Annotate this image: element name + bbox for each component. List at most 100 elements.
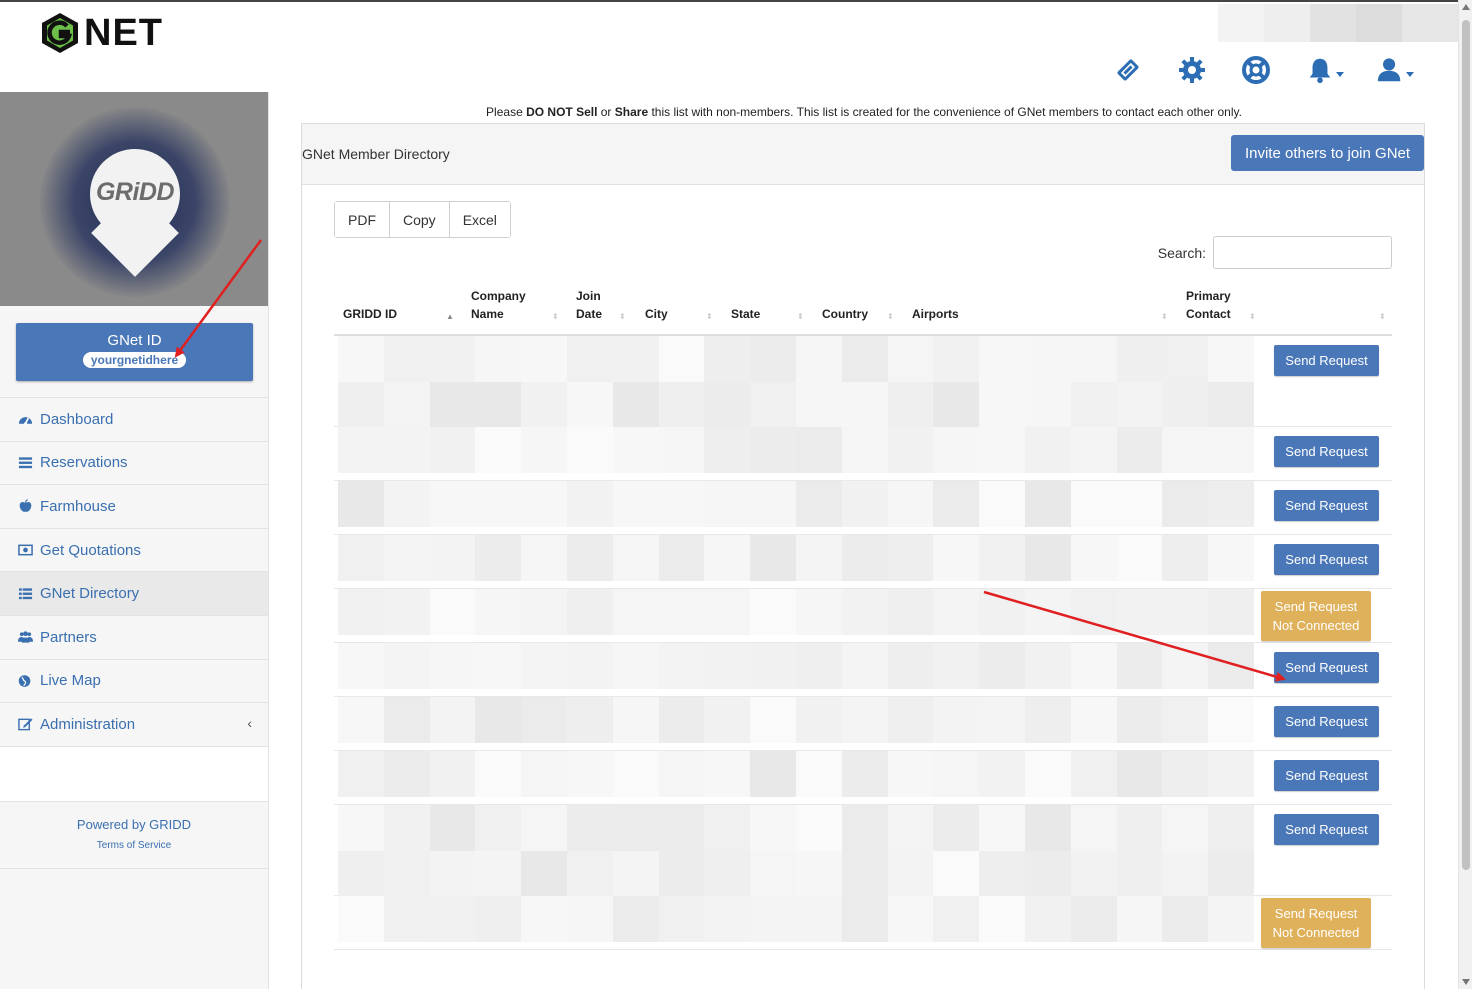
redacted-row-content — [338, 481, 1254, 534]
send-request-button[interactable]: Send Request — [1274, 814, 1379, 845]
scrollbar-thumb[interactable] — [1462, 20, 1470, 870]
column-header-gridd-id[interactable]: GRIDD ID — [343, 305, 397, 323]
directory-panel: GNet Member Directory Invite others to j… — [301, 123, 1425, 989]
sort-icon: ⬍ — [1379, 312, 1386, 321]
redacted-row-content — [338, 805, 1254, 896]
send-request-not-connected-button[interactable]: Send Request Not Connected — [1261, 898, 1371, 948]
row-action: Send Request — [1274, 490, 1379, 521]
dashboard-icon — [17, 412, 34, 426]
sidebar-item-label: Reservations — [40, 454, 128, 472]
profile-banner: GRiDD — [0, 92, 268, 306]
directory-notice: Please DO NOT Sell or Share this list wi… — [270, 105, 1458, 119]
sidebar-item-label: Partners — [40, 628, 97, 646]
row-action: Send Request — [1274, 345, 1379, 376]
list-icon — [17, 587, 34, 601]
search-box: Search: — [1158, 236, 1392, 269]
row-action: Send Request — [1274, 544, 1379, 575]
gnet-logo[interactable]: NET — [40, 12, 163, 54]
sort-icon: ⬍ — [887, 312, 894, 321]
sidebar-item-farmhouse[interactable]: Farmhouse — [0, 484, 268, 528]
redacted-row-content — [338, 697, 1254, 750]
apple-icon — [17, 499, 34, 513]
row-action: Send Request — [1274, 760, 1379, 791]
chevron-left-icon: ‹ — [247, 715, 252, 732]
terms-of-service-link[interactable]: Terms of Service — [0, 840, 268, 851]
table-header: GRIDD ID ▲ Company Name ⬍ Join Date ⬍ City… — [334, 288, 1392, 336]
scroll-up-icon[interactable] — [1462, 4, 1470, 10]
export-button-group: PDF Copy Excel — [334, 201, 511, 238]
redacted-header-area — [1218, 4, 1458, 42]
row-action: Send Request — [1274, 652, 1379, 683]
notice-text: or — [597, 105, 615, 119]
users-icon — [17, 630, 34, 644]
redacted-row-content — [338, 535, 1254, 588]
pdf-button[interactable]: PDF — [335, 202, 390, 237]
gear-icon[interactable] — [1174, 52, 1210, 88]
sort-icon: ⬍ — [797, 312, 804, 321]
sidebar-item-live-map[interactable]: Live Map — [0, 658, 268, 703]
column-header-company-name[interactable]: Company Name — [471, 287, 526, 323]
panel-header: GNet Member Directory Invite others to j… — [302, 124, 1424, 185]
directory-table: GRIDD ID ▲ Company Name ⬍ Join Date ⬍ City… — [334, 288, 1392, 950]
invite-button[interactable]: Invite others to join GNet — [1231, 135, 1424, 171]
sort-icon: ⬍ — [706, 312, 713, 321]
sidebar-nav: Dashboard Reservations Farmhouse Get Quo… — [0, 397, 268, 869]
powered-by-link[interactable]: Powered by GRIDD — [0, 817, 268, 832]
column-header-state[interactable]: State — [731, 305, 760, 323]
bell-dropdown-caret-icon — [1336, 71, 1344, 77]
edit-icon — [17, 717, 34, 731]
redacted-row-content — [338, 751, 1254, 804]
sidebar-item-dashboard[interactable]: Dashboard — [0, 397, 268, 441]
column-header-country[interactable]: Country — [822, 305, 868, 323]
table-row: Send Request — [334, 751, 1392, 805]
sidebar-item-label: Get Quotations — [40, 541, 141, 559]
gnet-id-box[interactable]: GNet ID yourgnetidhere — [16, 323, 253, 381]
sidebar-item-partners[interactable]: Partners — [0, 614, 268, 659]
table-row: Send Request Not Connected — [334, 589, 1392, 643]
column-header-city[interactable]: City — [645, 305, 668, 323]
gridd-logo-text: GRiDD — [95, 178, 175, 206]
redacted-row-content — [338, 589, 1254, 642]
row-action: Send Request — [1274, 706, 1379, 737]
page-scrollbar[interactable] — [1458, 0, 1472, 989]
user-icon[interactable] — [1372, 52, 1418, 88]
table-body: Send Request Send Request Send Request Send… — [334, 336, 1392, 950]
copy-button[interactable]: Copy — [390, 202, 450, 237]
send-request-button[interactable]: Send Request — [1274, 652, 1379, 683]
send-request-not-connected-button[interactable]: Send Request Not Connected — [1261, 591, 1371, 641]
column-header-airports[interactable]: Airports — [912, 305, 959, 323]
sidebar-item-gnet-directory[interactable]: GNet Directory — [0, 571, 268, 615]
sort-icon: ⬍ — [619, 312, 626, 321]
table-row: Send Request — [334, 336, 1392, 427]
lifebuoy-icon[interactable] — [1238, 52, 1274, 88]
gnet-id-label: GNet ID — [107, 332, 162, 349]
send-request-button[interactable]: Send Request — [1274, 436, 1379, 467]
excel-button[interactable]: Excel — [449, 202, 510, 237]
row-action: Send Request Not Connected — [1261, 898, 1371, 948]
column-header-join-date[interactable]: Join Date — [576, 287, 602, 323]
nav-spacer — [0, 746, 268, 801]
gnet-id-value: yourgnetidhere — [82, 352, 187, 368]
scroll-down-icon[interactable] — [1462, 979, 1470, 985]
user-dropdown-caret-icon — [1406, 71, 1414, 77]
send-request-button[interactable]: Send Request — [1274, 544, 1379, 575]
sidebar-item-get-quotations[interactable]: Get Quotations — [0, 527, 268, 572]
ticket-icon[interactable] — [1110, 52, 1146, 88]
sidebar-item-reservations[interactable]: Reservations — [0, 440, 268, 485]
send-request-button[interactable]: Send Request — [1274, 490, 1379, 521]
send-request-button[interactable]: Send Request — [1274, 760, 1379, 791]
header-icon-bar — [1110, 52, 1418, 88]
send-request-button[interactable]: Send Request — [1274, 706, 1379, 737]
redacted-row-content — [338, 427, 1254, 480]
redacted-row-content — [338, 896, 1254, 949]
send-request-button[interactable]: Send Request — [1274, 345, 1379, 376]
notice-bold: Share — [614, 105, 649, 119]
sidebar-item-label: Administration — [40, 715, 136, 733]
notice-text: this list with non-members. This list is… — [648, 105, 1242, 119]
redacted-row-content — [338, 336, 1254, 427]
sidebar-item-administration[interactable]: Administration ‹ — [0, 702, 268, 746]
column-header-primary-contact[interactable]: Primary Contact — [1186, 287, 1231, 323]
search-input[interactable] — [1213, 236, 1392, 269]
logo-text: NET — [84, 12, 163, 54]
bell-icon[interactable] — [1302, 52, 1348, 88]
